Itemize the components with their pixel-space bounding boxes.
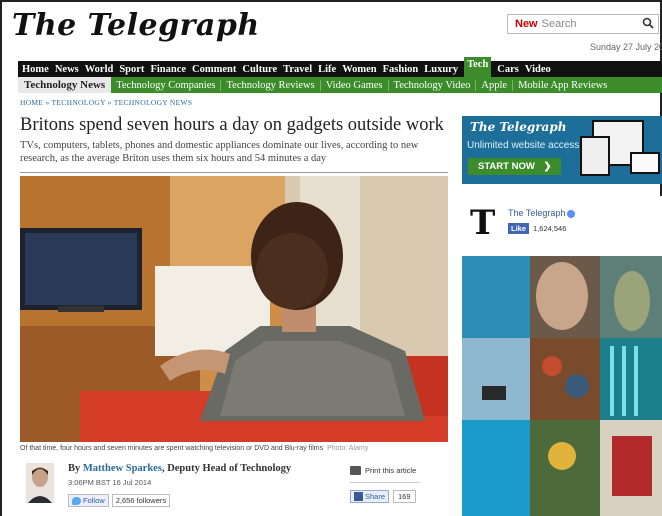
nav-item-women[interactable]: Women (342, 64, 376, 75)
article-photo (20, 176, 448, 442)
article-headline: Britons spend seven hours a day on gadge… (20, 115, 444, 135)
author-box: By Matthew Sparkes, Deputy Head of Techn… (20, 459, 330, 516)
twitter-follow: Follow 2,656 followers (68, 494, 171, 507)
follow-label: Follow (83, 496, 105, 505)
nav-item-travel[interactable]: Travel (283, 64, 312, 75)
facebook-like-button[interactable]: Like (508, 223, 530, 234)
byline: By Matthew Sparkes, Deputy Head of Techn… (68, 463, 291, 474)
nav-item-finance[interactable]: Finance (150, 64, 186, 75)
photo-mosaic[interactable] (462, 256, 662, 516)
nav-item-fashion[interactable]: Fashion (383, 64, 419, 75)
facebook-like-count: 1,624,546 (533, 224, 567, 233)
current-date: Sunday 27 July 2014 (590, 42, 662, 52)
main-nav: Home News World Sport Finance Comment Cu… (18, 57, 662, 77)
breadcrumb[interactable]: HOME » TECHNOLOGY » TECHNOLOGY NEWS (20, 98, 192, 107)
nav-item-luxury[interactable]: Luxury (424, 64, 458, 75)
ad-phone-image (580, 136, 610, 176)
tools-divider (350, 482, 420, 483)
telegraph-t-logo[interactable]: T (470, 206, 495, 240)
search-icon[interactable] (642, 17, 654, 32)
nav-item-comment[interactable]: Comment (192, 64, 236, 75)
chevron-right-icon: ❯ (543, 161, 552, 172)
nav-item-video[interactable]: Video (525, 64, 551, 75)
caption-text: Of that time, four hours and seven minut… (20, 445, 324, 452)
facebook-page-name[interactable]: The Telegraph (508, 208, 576, 218)
printer-icon (350, 466, 361, 475)
sub-nav: Technology News Technology Companies Tec… (18, 77, 662, 93)
nav-item-life[interactable]: Life (318, 64, 336, 75)
subnav-item-video-games[interactable]: Video Games (321, 79, 389, 91)
subscription-ad[interactable]: The Telegraph Unlimited website access S… (462, 116, 662, 184)
headline-divider (20, 172, 448, 173)
article-timestamp: 3:06PM BST 16 Jul 2014 (68, 478, 152, 487)
article-tools: Print this article Share 169 (350, 466, 416, 503)
twitter-bird-icon (72, 496, 81, 505)
nav-item-home[interactable]: Home (22, 64, 49, 75)
article-standfirst: TVs, computers, tablets, phones and dome… (20, 140, 419, 164)
facebook-like: Like 1,624,546 (508, 223, 566, 234)
photo-credit: Photo: Alamy (327, 445, 369, 452)
subnav-item-technology-reviews[interactable]: Technology Reviews (221, 79, 321, 91)
verified-badge-icon (567, 209, 576, 218)
facebook-share: Share 169 (350, 490, 416, 503)
nav-item-cars[interactable]: Cars (497, 64, 519, 75)
masthead-logo[interactable]: The Telegraph (12, 8, 260, 43)
nav-item-world[interactable]: World (85, 64, 114, 75)
share-count: 169 (393, 490, 416, 503)
ad-logo: The Telegraph (470, 120, 567, 134)
subnav-item-technology-companies[interactable]: Technology Companies (111, 79, 222, 91)
byline-prefix: By (68, 463, 83, 474)
ad-laptop-image (630, 152, 660, 174)
start-now-button[interactable]: START NOW ❯ (468, 158, 562, 175)
nav-item-news[interactable]: News (55, 64, 79, 75)
print-label: Print this article (365, 466, 417, 475)
author-name-link[interactable]: Matthew Sparkes (83, 463, 162, 474)
author-avatar[interactable] (26, 463, 54, 503)
subnav-item-technology-video[interactable]: Technology Video (389, 79, 477, 91)
nav-item-tech[interactable]: Tech (464, 57, 492, 77)
photo-caption: Of that time, four hours and seven minut… (20, 445, 368, 452)
search-new-label: New (515, 18, 538, 30)
follower-count: 2,656 followers (111, 494, 171, 507)
twitter-follow-button[interactable]: Follow (68, 494, 109, 507)
search-box[interactable]: New Search (507, 14, 659, 34)
facebook-share-button[interactable]: Share (350, 490, 390, 503)
nav-item-sport[interactable]: Sport (119, 64, 144, 75)
facebook-page-name-text: The Telegraph (508, 208, 566, 218)
subnav-item-mobile-app-reviews[interactable]: Mobile App Reviews (513, 80, 612, 91)
author-role: , Deputy Head of Technology (161, 463, 292, 474)
facebook-widget: T The Telegraph Like 1,624,546 (462, 196, 662, 256)
start-now-label: START NOW (478, 161, 535, 172)
subnav-item-technology-news[interactable]: Technology News (18, 77, 112, 93)
search-input[interactable]: Search (542, 18, 577, 30)
subnav-item-apple[interactable]: Apple (476, 79, 514, 91)
share-label: Share (365, 492, 386, 501)
ad-tagline: Unlimited website access (467, 140, 580, 151)
nav-item-culture[interactable]: Culture (242, 64, 277, 75)
facebook-icon (354, 492, 363, 501)
print-link[interactable]: Print this article (350, 466, 416, 475)
